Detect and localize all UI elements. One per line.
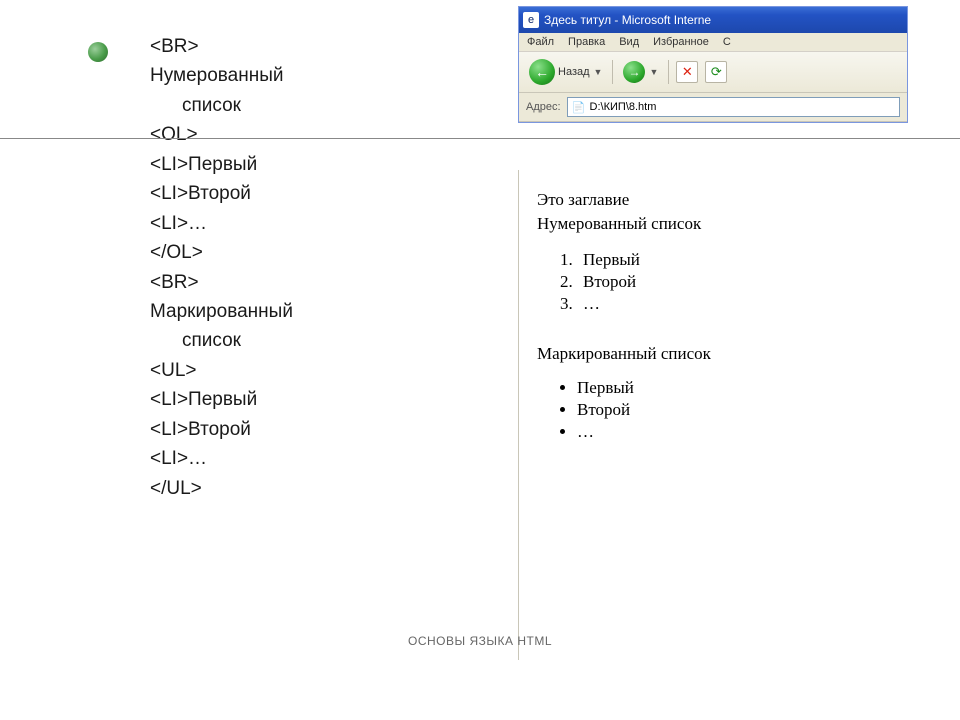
forward-arrow-icon: → xyxy=(623,61,645,83)
unordered-list: Первый Второй … xyxy=(577,378,898,442)
code-line: <LI>Второй xyxy=(150,415,470,444)
code-line: Маркированный xyxy=(150,297,470,326)
code-line: <UL> xyxy=(150,356,470,385)
chevron-down-icon: ▼ xyxy=(649,67,658,77)
address-field[interactable]: 📄 D:\КИП\8.htm xyxy=(567,97,900,117)
list-item: Первый xyxy=(577,250,898,270)
toolbar-separator xyxy=(668,60,669,84)
browser-window: e Здесь титул - Microsoft Interne Файл П… xyxy=(518,6,908,123)
horizontal-divider xyxy=(0,138,960,139)
rendered-page: Это заглавие Нумерованный список Первый … xyxy=(518,170,908,660)
list-item: … xyxy=(577,294,898,314)
back-button[interactable]: ← Назад ▼ xyxy=(526,57,605,87)
code-line: Нумерованный xyxy=(150,61,470,90)
toolbar: ← Назад ▼ → ▼ ✕ ⟳ xyxy=(519,52,907,93)
code-line: <LI>… xyxy=(150,444,470,473)
code-line: <BR> xyxy=(150,32,470,61)
list-item: Первый xyxy=(577,378,898,398)
toolbar-separator xyxy=(612,60,613,84)
slide-footer: ОСНОВЫ ЯЗЫКА HTML xyxy=(0,634,960,648)
window-title: Здесь титул - Microsoft Interne xyxy=(544,13,711,27)
code-line: <LI>Первый xyxy=(150,150,470,179)
back-arrow-icon: ← xyxy=(529,59,555,85)
list-bullet-icon xyxy=(88,42,108,62)
code-line: <LI>Первый xyxy=(150,385,470,414)
ordered-list: Первый Второй … xyxy=(577,250,898,314)
code-line: <LI>… xyxy=(150,209,470,238)
menu-favorites[interactable]: Избранное xyxy=(653,36,709,48)
ie-app-icon: e xyxy=(523,12,539,28)
code-line: <OL> xyxy=(150,120,470,149)
list-item: Второй xyxy=(577,400,898,420)
code-line: <BR> xyxy=(150,268,470,297)
code-line: </UL> xyxy=(150,474,470,503)
chevron-down-icon: ▼ xyxy=(594,67,603,77)
stop-icon: ✕ xyxy=(682,64,693,80)
list-item: … xyxy=(577,422,898,442)
refresh-button[interactable]: ⟳ xyxy=(705,61,727,83)
address-value: D:\КИП\8.htm xyxy=(590,101,657,113)
browser-titlebar: e Здесь титул - Microsoft Interne xyxy=(519,7,907,33)
code-line: </OL> xyxy=(150,238,470,267)
address-label: Адрес: xyxy=(526,101,561,113)
menu-view[interactable]: Вид xyxy=(619,36,639,48)
code-line: список xyxy=(150,91,470,120)
page-heading: Это заглавие xyxy=(537,190,898,210)
page-subheading-unordered: Маркированный список xyxy=(537,344,898,364)
document-icon: 📄 xyxy=(572,100,586,114)
code-line: <LI>Второй xyxy=(150,179,470,208)
refresh-icon: ⟳ xyxy=(711,64,722,80)
address-bar-row: Адрес: 📄 D:\КИП\8.htm xyxy=(519,93,907,122)
list-item: Второй xyxy=(577,272,898,292)
menu-file[interactable]: Файл xyxy=(527,36,554,48)
menu-more[interactable]: С xyxy=(723,36,731,48)
code-line: список xyxy=(150,326,470,355)
back-label: Назад xyxy=(558,66,590,78)
menubar: Файл Правка Вид Избранное С xyxy=(519,33,907,52)
forward-button[interactable]: → ▼ xyxy=(620,59,661,85)
page-subheading-ordered: Нумерованный список xyxy=(537,214,898,234)
source-code-block: <BR>Нумерованныйсписок<OL><LI>Первый<LI>… xyxy=(150,32,470,503)
stop-button[interactable]: ✕ xyxy=(676,61,698,83)
menu-edit[interactable]: Правка xyxy=(568,36,605,48)
